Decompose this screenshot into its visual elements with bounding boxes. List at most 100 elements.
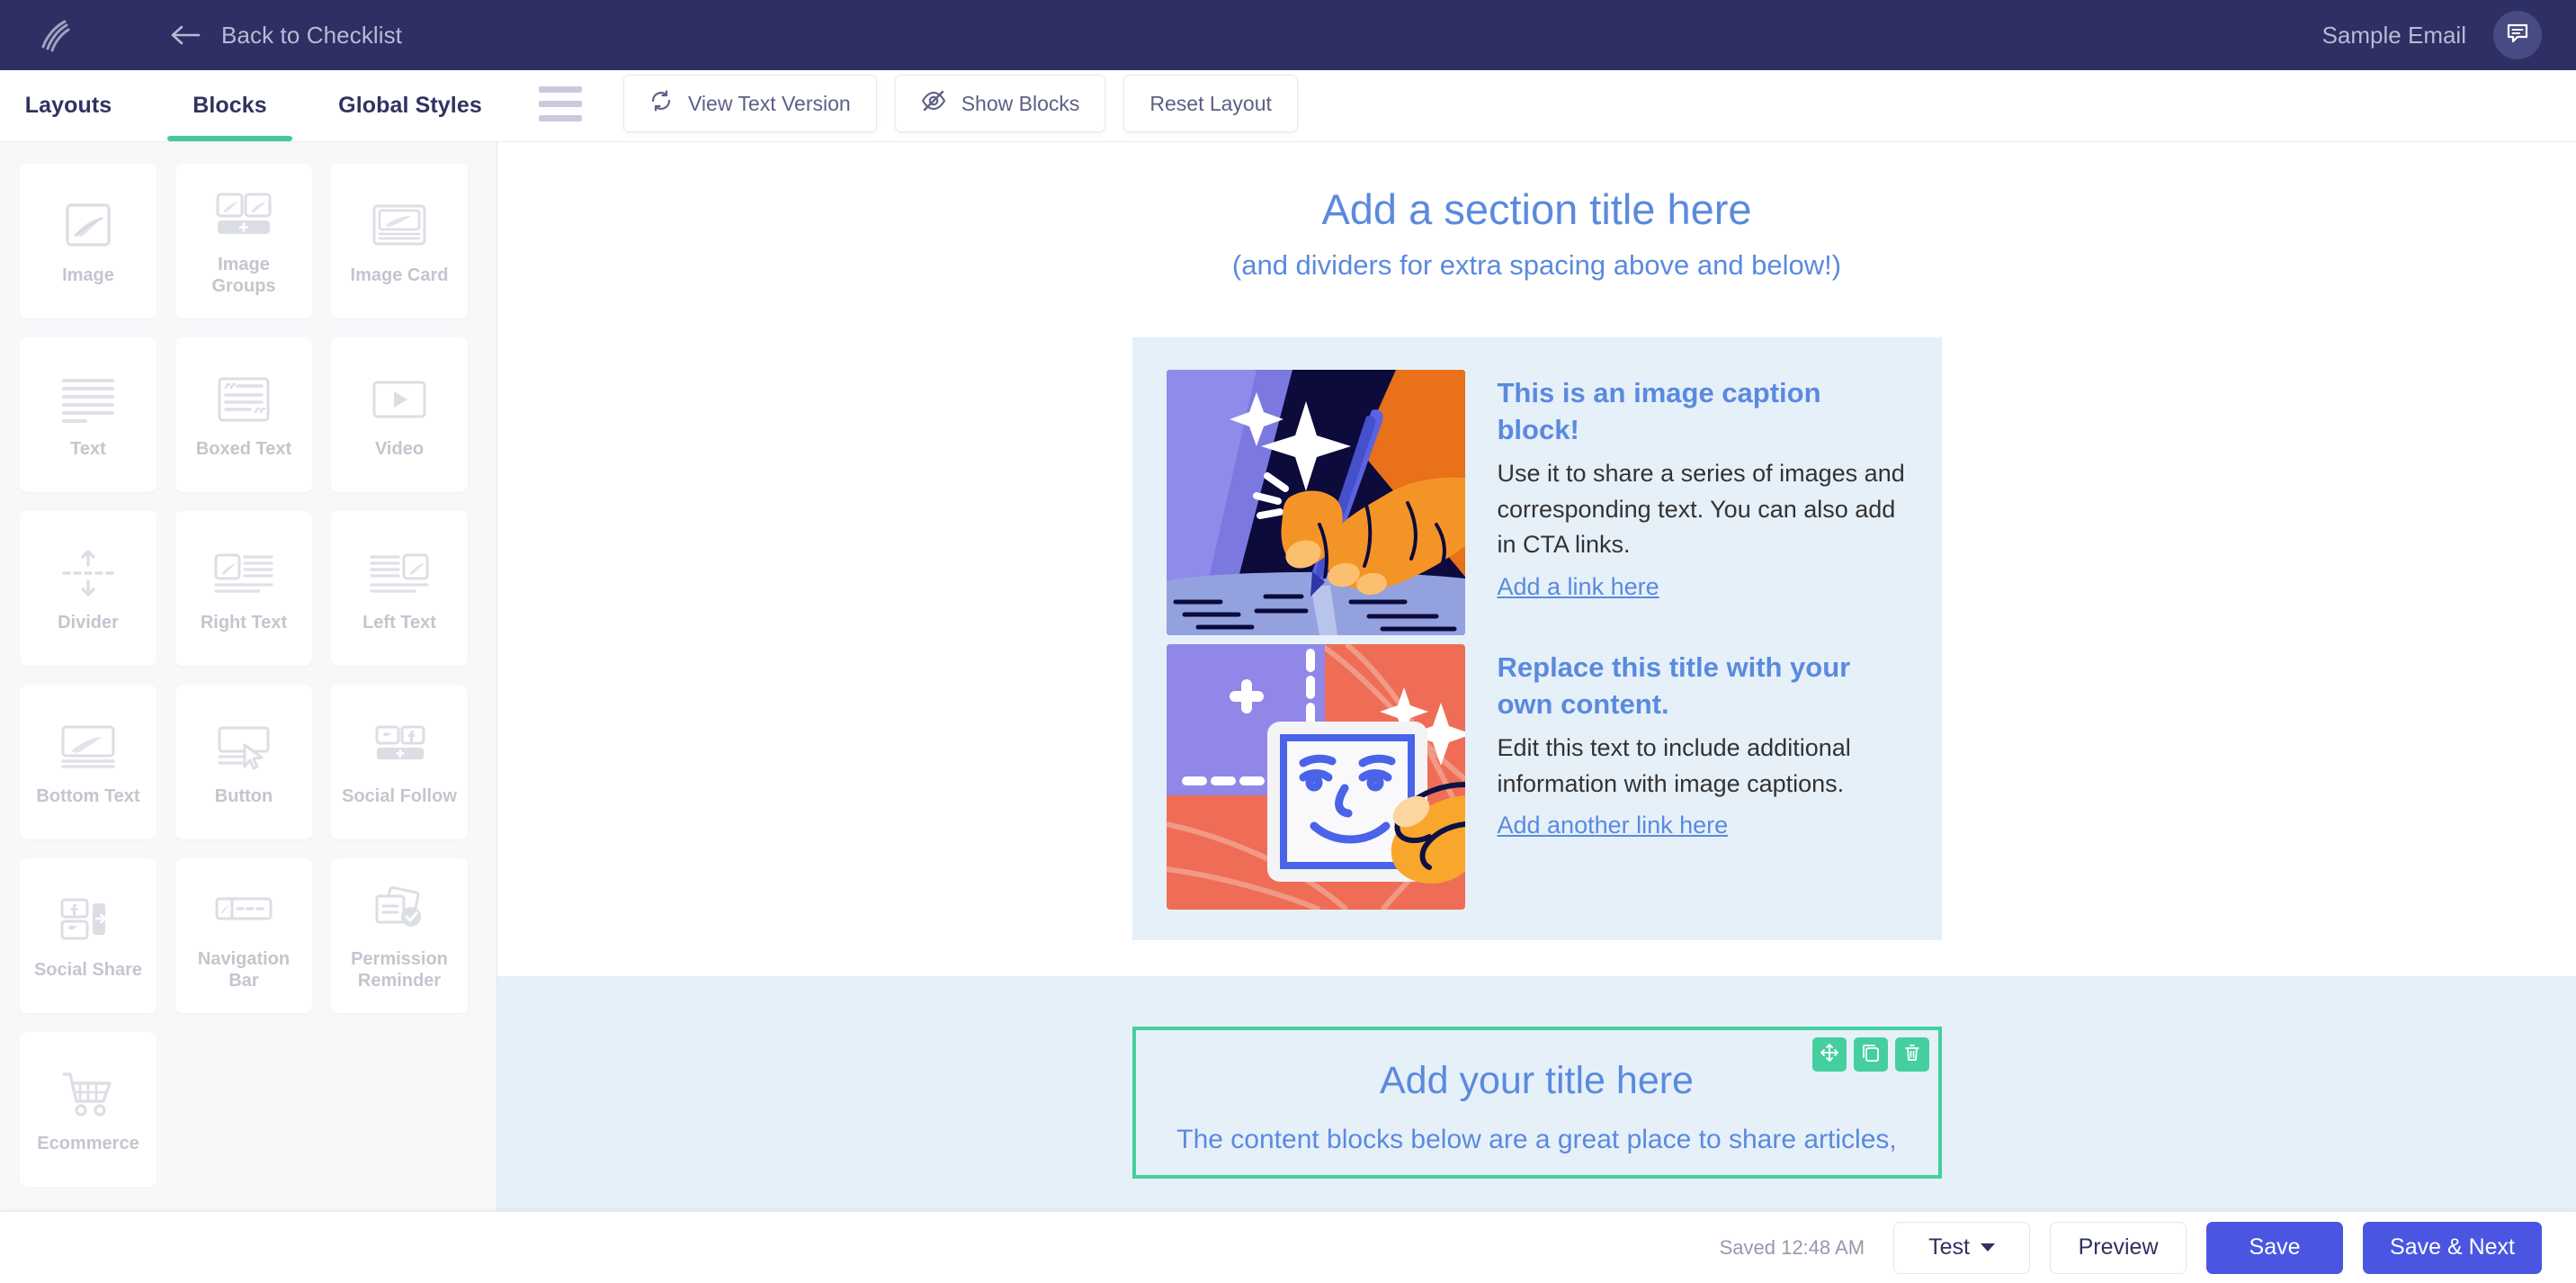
block-image-label: Image (62, 265, 114, 285)
tab-layouts-label: Layouts (24, 93, 112, 118)
right-text-icon (212, 543, 275, 603)
tab-global-styles[interactable]: Global Styles (325, 70, 496, 141)
block-left-text-label: Left Text (362, 613, 436, 633)
block-button[interactable]: Button (175, 685, 312, 839)
bottom-action-bar: Saved 12:48 AM Test Preview Save Save & … (0, 1211, 2576, 1283)
caption-row[interactable]: Replace this title with your own content… (1166, 644, 1908, 911)
duplicate-block-button[interactable] (1853, 1037, 1888, 1072)
refresh-icon (649, 89, 673, 118)
reset-layout-label: Reset Layout (1149, 91, 1272, 115)
arrow-left-icon (171, 24, 201, 46)
duplicate-icon (1861, 1043, 1881, 1067)
move-block-button[interactable] (1811, 1037, 1847, 1072)
hamburger-menu-icon[interactable] (539, 86, 582, 121)
image-icon (60, 196, 116, 256)
reset-layout-button[interactable]: Reset Layout (1123, 75, 1298, 132)
delete-block-button[interactable] (1894, 1037, 1929, 1072)
chevron-down-icon (1980, 1243, 1995, 1252)
block-boxed-text[interactable]: Boxed Text (175, 337, 312, 492)
saved-status-label: Saved 12:48 AM (1719, 1235, 1865, 1259)
toolbar-buttons: View Text Version Show Blocks Reset Layo… (623, 75, 1298, 132)
block-social-follow[interactable]: Social Follow (331, 685, 468, 839)
shopping-cart-icon (58, 1064, 118, 1124)
tab-blocks[interactable]: Blocks (160, 70, 300, 141)
caption-row[interactable]: This is an image caption block! Use it t… (1166, 370, 1908, 636)
navigation-bar-icon (212, 880, 275, 939)
email-section-header[interactable]: Add a section title here (and dividers f… (497, 142, 2576, 311)
top-bar: Back to Checklist Sample Email (0, 0, 2576, 70)
image-caption-block[interactable]: This is an image caption block! Use it t… (1131, 337, 1942, 941)
email-section-content[interactable]: Add your title here The content blocks b… (497, 976, 2576, 1215)
block-boxed-text-label: Boxed Text (195, 439, 292, 459)
block-right-text-label: Right Text (200, 613, 288, 633)
save-button[interactable]: Save (2206, 1221, 2344, 1274)
block-bottom-text[interactable]: Bottom Text (20, 685, 157, 839)
text-lines-icon (58, 370, 118, 429)
video-play-icon (368, 370, 431, 429)
tab-blocks-label: Blocks (192, 93, 267, 118)
hand-touching-smiley-card-illustration[interactable] (1166, 644, 1465, 911)
email-canvas[interactable]: Add a section title here (and dividers f… (497, 142, 2576, 1283)
save-label: Save (2249, 1234, 2301, 1260)
test-dropdown-button[interactable]: Test (1893, 1221, 2031, 1274)
trash-icon (1902, 1043, 1922, 1067)
image-groups-icon (212, 185, 275, 245)
block-divider[interactable]: Divider (20, 511, 157, 666)
blocks-palette: Image Image Groups Image Card Text Boxed… (0, 142, 497, 1283)
block-ecommerce[interactable]: Ecommerce (20, 1032, 157, 1187)
bottom-text-icon (57, 717, 120, 776)
block-permission-reminder[interactable]: Permission Reminder (331, 858, 468, 1013)
image-card-icon (368, 196, 431, 256)
block-button-label: Button (214, 786, 273, 806)
selected-block[interactable]: Add your title here The content blocks b… (1131, 1027, 1942, 1179)
chat-support-button[interactable] (2493, 11, 2542, 59)
block-actions-toolbar (1811, 1037, 1929, 1072)
show-blocks-button[interactable]: Show Blocks (894, 75, 1106, 132)
block-divider-label: Divider (58, 613, 119, 633)
block-video[interactable]: Video (331, 337, 468, 492)
move-arrows-icon (1820, 1043, 1839, 1067)
social-follow-icon (368, 717, 431, 776)
block-image[interactable]: Image (20, 164, 157, 319)
save-and-next-label: Save & Next (2390, 1234, 2515, 1260)
mailchimp-logo[interactable] (34, 14, 76, 56)
caption-text-group[interactable]: This is an image caption block! Use it t… (1498, 370, 1908, 635)
email-name-label: Sample Email (2321, 21, 2466, 49)
block-text-label: Text (70, 439, 106, 459)
caption-body[interactable]: Use it to share a series of images and c… (1498, 456, 1908, 563)
section-title-text[interactable]: Add a section title here (497, 184, 2576, 237)
block-navigation-bar-label: Navigation Bar (197, 949, 291, 991)
divider-arrows-icon (57, 543, 120, 603)
back-to-checklist-button[interactable]: Back to Checklist (171, 22, 402, 49)
caption-cta-link[interactable]: Add a link here (1498, 573, 1659, 601)
block-bottom-text-label: Bottom Text (36, 786, 140, 806)
top-bar-right: Sample Email (2322, 11, 2542, 59)
preview-label: Preview (2078, 1234, 2159, 1260)
block-navigation-bar[interactable]: Navigation Bar (175, 858, 312, 1013)
view-text-version-label: View Text Version (688, 91, 851, 115)
caption-heading[interactable]: Replace this title with your own content… (1498, 650, 1908, 723)
block-image-card[interactable]: Image Card (331, 164, 468, 319)
save-and-next-button[interactable]: Save & Next (2363, 1221, 2542, 1274)
button-cursor-icon (212, 717, 275, 776)
section-subtitle-text[interactable]: (and dividers for extra spacing above an… (497, 247, 2576, 283)
preview-button[interactable]: Preview (2050, 1221, 2187, 1274)
block-permission-reminder-label: Permission Reminder (351, 949, 448, 991)
caption-body[interactable]: Edit this text to include additional inf… (1498, 731, 1908, 802)
tab-layouts[interactable]: Layouts (0, 70, 137, 141)
hand-writing-with-pen-illustration[interactable] (1166, 370, 1465, 636)
block-image-groups[interactable]: Image Groups (175, 164, 312, 319)
left-text-icon (368, 543, 431, 603)
block-image-groups-label: Image Groups (211, 255, 276, 296)
back-to-checklist-label: Back to Checklist (221, 21, 403, 49)
view-text-version-button[interactable]: View Text Version (623, 75, 877, 132)
block-social-share[interactable]: Social Share (20, 858, 157, 1013)
caption-text-group[interactable]: Replace this title with your own content… (1498, 644, 1908, 910)
selected-block-subtitle[interactable]: The content blocks below are a great pla… (1136, 1122, 1938, 1157)
block-left-text[interactable]: Left Text (331, 511, 468, 666)
block-ecommerce-label: Ecommerce (37, 1134, 139, 1153)
block-text[interactable]: Text (20, 337, 157, 492)
block-right-text[interactable]: Right Text (175, 511, 312, 666)
caption-heading[interactable]: This is an image caption block! (1498, 375, 1908, 449)
caption-cta-link[interactable]: Add another link here (1498, 812, 1729, 839)
